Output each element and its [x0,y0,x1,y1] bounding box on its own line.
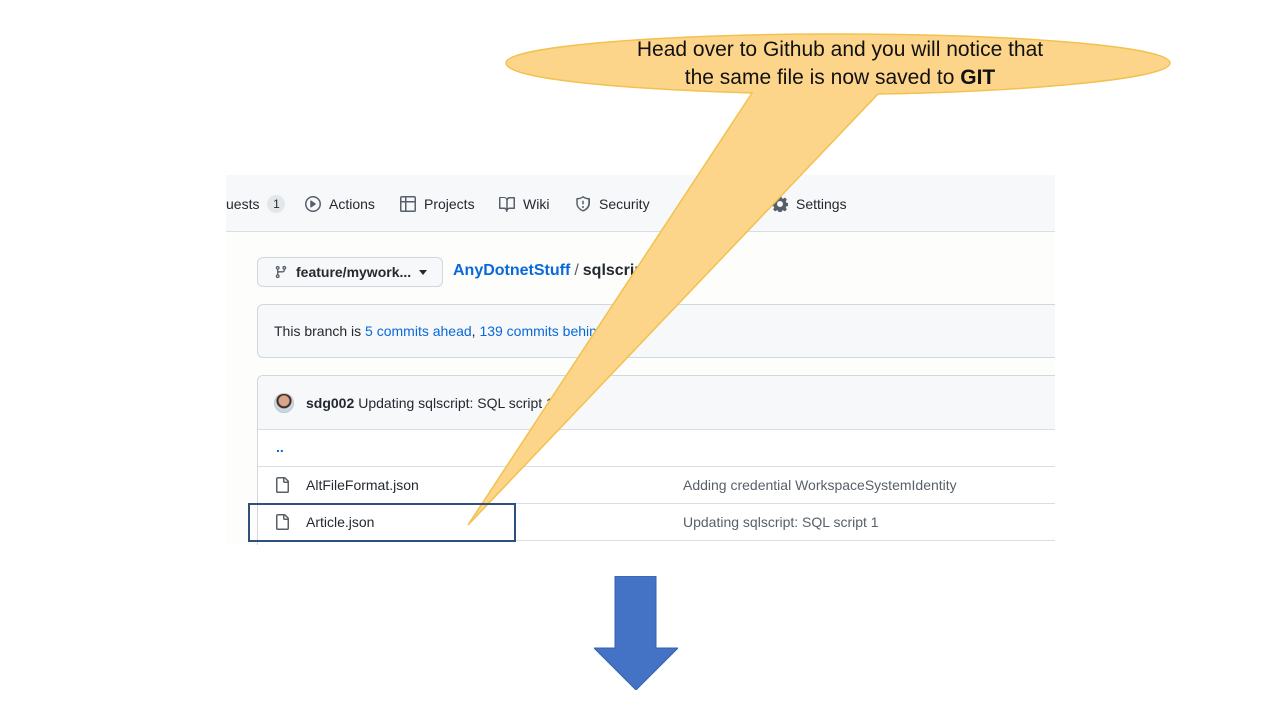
tab-pull-requests-label: uests [226,196,260,212]
tab-pull-requests[interactable]: uests 1 [226,193,286,215]
branch-info-prefix: This branch is [274,323,366,339]
branch-selector-button[interactable]: feature/mywork... [257,257,443,287]
commit-author[interactable]: sdg002 [306,395,354,411]
tab-security[interactable]: Security [575,193,650,215]
pull-requests-count-badge: 1 [267,195,286,213]
highlight-box [248,503,516,542]
tab-projects-label: Projects [424,196,475,212]
repo-nav-bar: uests 1 Actions Projects Wiki Security S… [226,175,1055,232]
gear-icon [772,196,788,212]
file-commit-message[interactable]: Updating sqlscript: SQL script 1 [683,514,879,530]
callout-line-2-text: the same file is now saved to [684,66,961,89]
breadcrumb-separator: / [574,262,579,279]
callout-text: Head over to Github and you will notice … [560,36,1120,92]
file-icon [276,477,289,493]
branch-selector-label: feature/mywork... [296,264,412,280]
file-row[interactable]: AltFileFormat.json Adding credential Wor… [258,467,1055,504]
github-repo-screenshot: uests 1 Actions Projects Wiki Security S… [226,175,1055,545]
git-branch-icon [275,265,287,279]
book-icon [499,196,515,212]
breadcrumb-repo-link[interactable]: AnyDotnetStuff [453,262,570,279]
commit-message[interactable]: Updating sqlscript: SQL script 1 [358,395,554,411]
file-name-link[interactable]: AltFileFormat.json [306,477,419,493]
table-icon [400,196,416,212]
play-circle-icon [305,196,321,212]
commits-behind-link[interactable]: 139 commits behind [479,323,604,339]
parent-directory-link[interactable]: .. [276,439,284,455]
repo-body: feature/mywork... AnyDotnetStuff / sqlscri… [226,232,1055,545]
tab-settings[interactable]: Settings [772,193,847,215]
tab-actions-label: Actions [329,196,375,212]
commits-ahead-link[interactable]: 5 commits ahead [365,323,472,339]
tab-wiki-label: Wiki [523,196,550,212]
callout-line-1: Head over to Github and you will notice … [636,38,1044,61]
tab-actions[interactable]: Actions [305,193,375,215]
avatar[interactable] [274,392,294,413]
tab-security-label: Security [599,196,650,212]
parent-directory-row[interactable]: .. [258,430,1055,467]
callout-git-emphasis: GIT [960,66,996,89]
breadcrumb-folder: sqlscript [582,262,650,279]
callout-line-2: the same file is now saved to GIT [560,64,1120,92]
tab-projects[interactable]: Projects [400,193,475,215]
breadcrumb: AnyDotnetStuff / sqlscript [453,262,649,280]
latest-commit-row: sdg002 Updating sqlscript: SQL script 1 [258,376,1055,430]
chevron-down-icon [419,269,428,275]
tab-settings-label: Settings [796,196,847,212]
branch-compare-info: This branch is 5 commits ahead, 139 comm… [257,304,1055,358]
arrow-down-shape [594,576,678,690]
shield-icon [576,196,590,212]
file-commit-message[interactable]: Adding credential WorkspaceSystemIdentit… [683,477,957,493]
arrow-down-icon [594,576,678,690]
tab-wiki[interactable]: Wiki [499,193,549,215]
